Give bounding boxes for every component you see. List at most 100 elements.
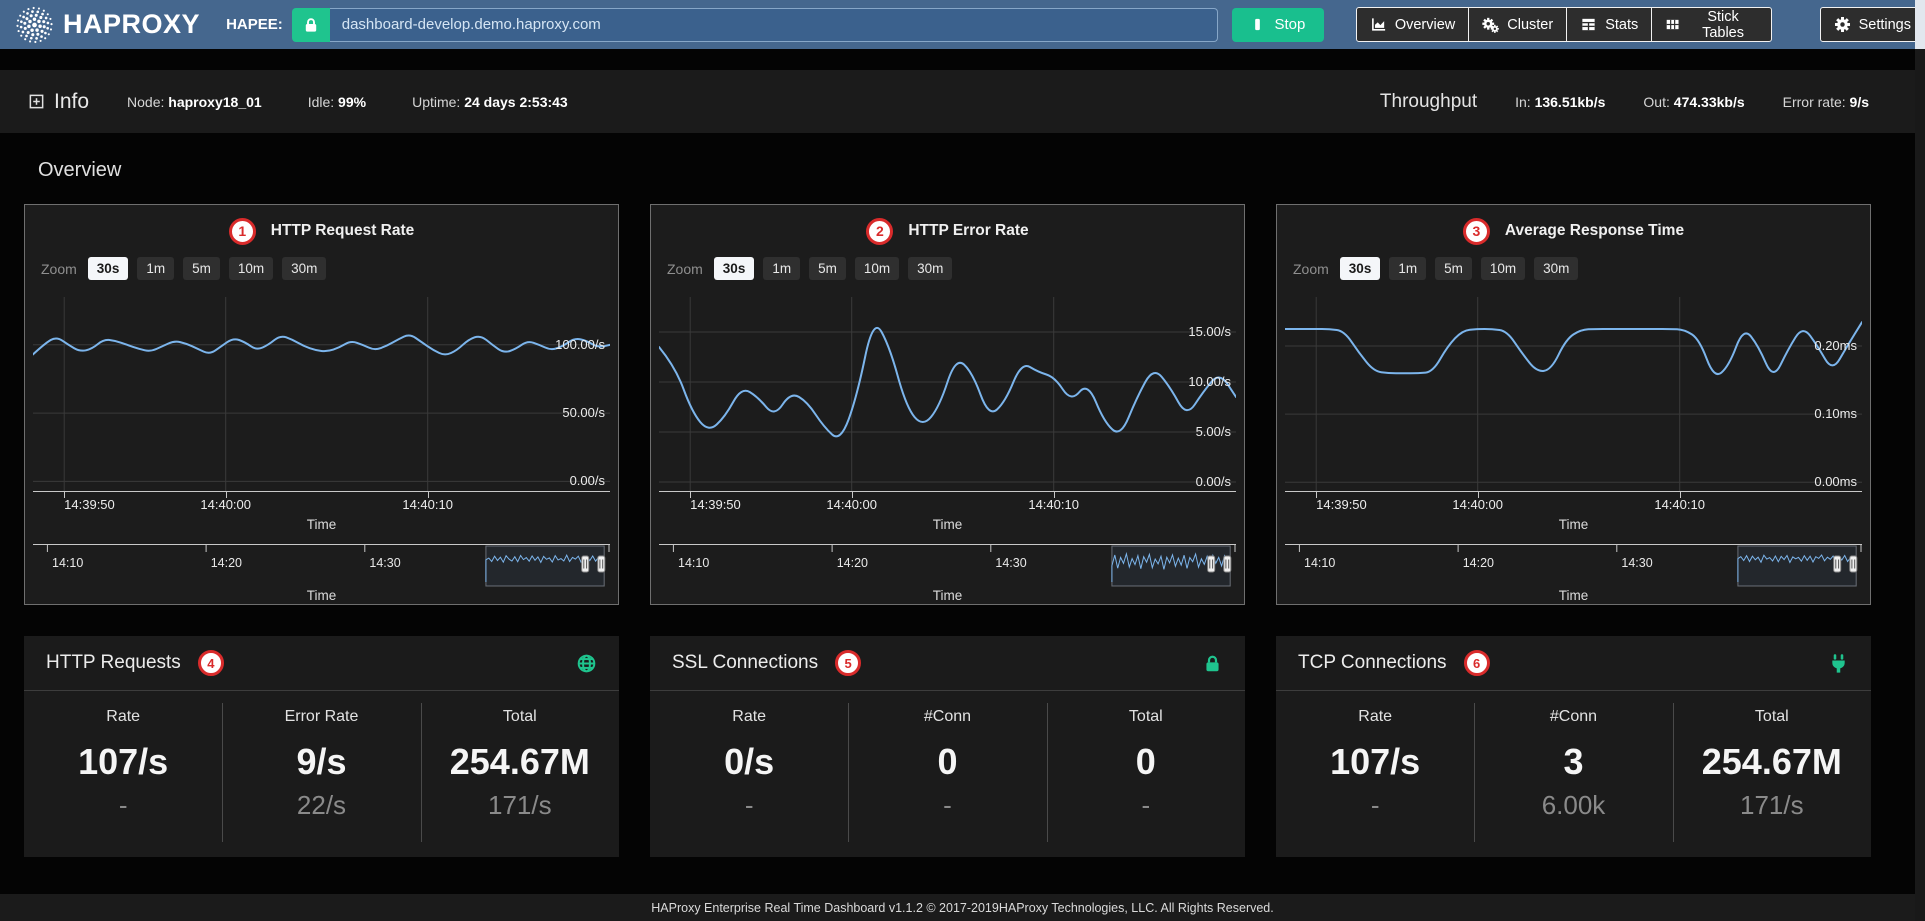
zoom-10m-button[interactable]: 10m <box>855 257 899 280</box>
settings-button[interactable]: Settings <box>1820 7 1925 42</box>
x-axis-tick: 14:40:00 <box>826 497 877 512</box>
stat-value: 254.67M <box>421 741 619 783</box>
navigator-handle[interactable] <box>1224 556 1231 572</box>
lock-icon <box>302 16 320 34</box>
navigator[interactable]: 14:10 14:20 14:30 <box>1285 544 1862 588</box>
navigator-tick: 14:20 <box>211 556 242 570</box>
navigator-handle[interactable] <box>1208 556 1215 572</box>
chart-plot-area[interactable]: 0.20ms 0.10ms 0.00ms <box>1285 297 1862 491</box>
url-input[interactable] <box>330 8 1218 42</box>
chart-line-svg <box>33 297 610 491</box>
navigator-handle[interactable] <box>1834 556 1841 572</box>
zoom-1m-button[interactable]: 1m <box>1389 257 1426 280</box>
stat-label: Error Rate <box>222 708 420 726</box>
stat-value: 0 <box>848 741 1046 783</box>
axis-tick-mark <box>428 491 429 498</box>
zoom-30m-button[interactable]: 30m <box>1534 257 1578 280</box>
zoom-label: Zoom <box>1293 261 1329 277</box>
axis-tick-mark <box>1316 491 1317 498</box>
navigator-axis-title: Time <box>659 588 1236 605</box>
stat-value: 9/s <box>222 741 420 783</box>
y-axis-tick: 0.20ms <box>1814 338 1857 353</box>
section-title: Overview <box>38 159 1901 182</box>
settings-label: Settings <box>1859 17 1911 33</box>
y-axis-tick: 15.00/s <box>1188 324 1231 339</box>
chart-line-svg <box>1285 297 1862 491</box>
stat-value: 0 <box>1047 741 1245 783</box>
zoom-controls: Zoom 30s 1m 5m 10m 30m <box>41 256 610 281</box>
card-title: SSL Connections <box>672 652 818 674</box>
stat-label: #Conn <box>848 708 1046 726</box>
idle-info: Idle: 99% <box>308 94 366 110</box>
zoom-5m-button[interactable]: 5m <box>1435 257 1472 280</box>
card-title: HTTP Requests <box>46 652 181 674</box>
throughput-group: Throughput In: 136.51kb/s Out: 474.33kb/… <box>1380 91 1869 113</box>
navigator-tick: 14:20 <box>837 556 868 570</box>
chart-title: HTTP Request Rate <box>271 222 415 240</box>
zoom-5m-button[interactable]: 5m <box>809 257 846 280</box>
zoom-5m-button[interactable]: 5m <box>183 257 220 280</box>
nav-button-overview[interactable]: Overview <box>1356 7 1469 42</box>
card-http-requests: HTTP Requests 4 Rate 107/s - Error Rate … <box>24 636 619 857</box>
x-axis-title: Time <box>1285 517 1862 536</box>
stat-value: 107/s <box>1276 741 1474 783</box>
y-axis-tick: 0.00ms <box>1814 474 1857 489</box>
zoom-1m-button[interactable]: 1m <box>137 257 174 280</box>
chart-title: Average Response Time <box>1505 222 1684 240</box>
chart-line-svg <box>659 297 1236 491</box>
stat-column-conn: #Conn 0 - <box>848 691 1046 856</box>
throughput-out: Out: 474.33kb/s <box>1643 94 1744 110</box>
zoom-30m-button[interactable]: 30m <box>282 257 326 280</box>
x-axis-tick: 14:40:10 <box>402 497 453 512</box>
throughput-label: Throughput <box>1380 91 1477 113</box>
navigator-svg[interactable] <box>1285 544 1862 588</box>
zoom-30s-button[interactable]: 30s <box>88 257 129 280</box>
x-axis: 14:39:50 14:40:00 14:40:10 <box>33 491 610 517</box>
zoom-controls: Zoom 30s 1m 5m 10m 30m <box>667 256 1236 281</box>
navigator-handle[interactable] <box>582 556 589 572</box>
stat-column-total: Total 0 - <box>1047 691 1245 856</box>
axis-tick-mark <box>852 491 853 498</box>
stat-cards-row: HTTP Requests 4 Rate 107/s - Error Rate … <box>24 636 1901 857</box>
stat-value: 107/s <box>24 741 222 783</box>
navigator-svg[interactable] <box>659 544 1236 588</box>
nav-button-stick-tables[interactable]: Stick Tables <box>1651 7 1771 42</box>
gear-icon <box>1834 16 1851 33</box>
zoom-30s-button[interactable]: 30s <box>714 257 755 280</box>
zoom-1m-button[interactable]: 1m <box>763 257 800 280</box>
card-title: TCP Connections <box>1298 652 1447 674</box>
stat-label: Rate <box>24 708 222 726</box>
navigator-handle[interactable] <box>598 556 605 572</box>
nav-button-stats[interactable]: Stats <box>1566 7 1652 42</box>
info-toggle[interactable]: Info <box>28 90 89 114</box>
scrollbar-thumb[interactable] <box>1915 0 1925 49</box>
nav-button-group: Overview Cluster Stats Stick Tables <box>1356 7 1772 42</box>
zoom-30m-button[interactable]: 30m <box>908 257 952 280</box>
nav-button-cluster[interactable]: Cluster <box>1468 7 1567 42</box>
chart-plot-area[interactable]: 15.00/s 10.00/s 5.00/s 0.00/s <box>659 297 1236 491</box>
navigator-tick: 14:10 <box>52 556 83 570</box>
uptime-info: Uptime: 24 days 2:53:43 <box>412 94 568 110</box>
stat-sub-value: - <box>1276 790 1474 821</box>
chart-plot-area[interactable]: 100.00/s 50.00/s 0.00/s <box>33 297 610 491</box>
stop-button[interactable]: Stop <box>1232 8 1324 42</box>
navigator-tick: 14:30 <box>995 556 1026 570</box>
x-axis-tick: 14:40:10 <box>1654 497 1705 512</box>
gears-icon <box>1482 16 1499 33</box>
card-badge: 5 <box>835 650 861 676</box>
navigator[interactable]: 14:10 14:20 14:30 <box>33 544 610 588</box>
navigator-svg[interactable] <box>33 544 610 588</box>
charts-row: 1 HTTP Request Rate Zoom 30s 1m 5m 10m 3… <box>24 204 1901 605</box>
page-scrollbar[interactable] <box>1915 0 1925 921</box>
y-axis-tick: 100.00/s <box>555 337 605 352</box>
zoom-10m-button[interactable]: 10m <box>1481 257 1525 280</box>
stat-column-total: Total 254.67M 171/s <box>1673 691 1871 856</box>
axis-tick-mark <box>1054 491 1055 498</box>
stop-button-label: Stop <box>1274 16 1305 33</box>
axis-tick-mark <box>690 491 691 498</box>
stat-column-total: Total 254.67M 171/s <box>421 691 619 856</box>
navigator[interactable]: 14:10 14:20 14:30 <box>659 544 1236 588</box>
navigator-handle[interactable] <box>1850 556 1857 572</box>
zoom-30s-button[interactable]: 30s <box>1340 257 1381 280</box>
zoom-10m-button[interactable]: 10m <box>229 257 273 280</box>
